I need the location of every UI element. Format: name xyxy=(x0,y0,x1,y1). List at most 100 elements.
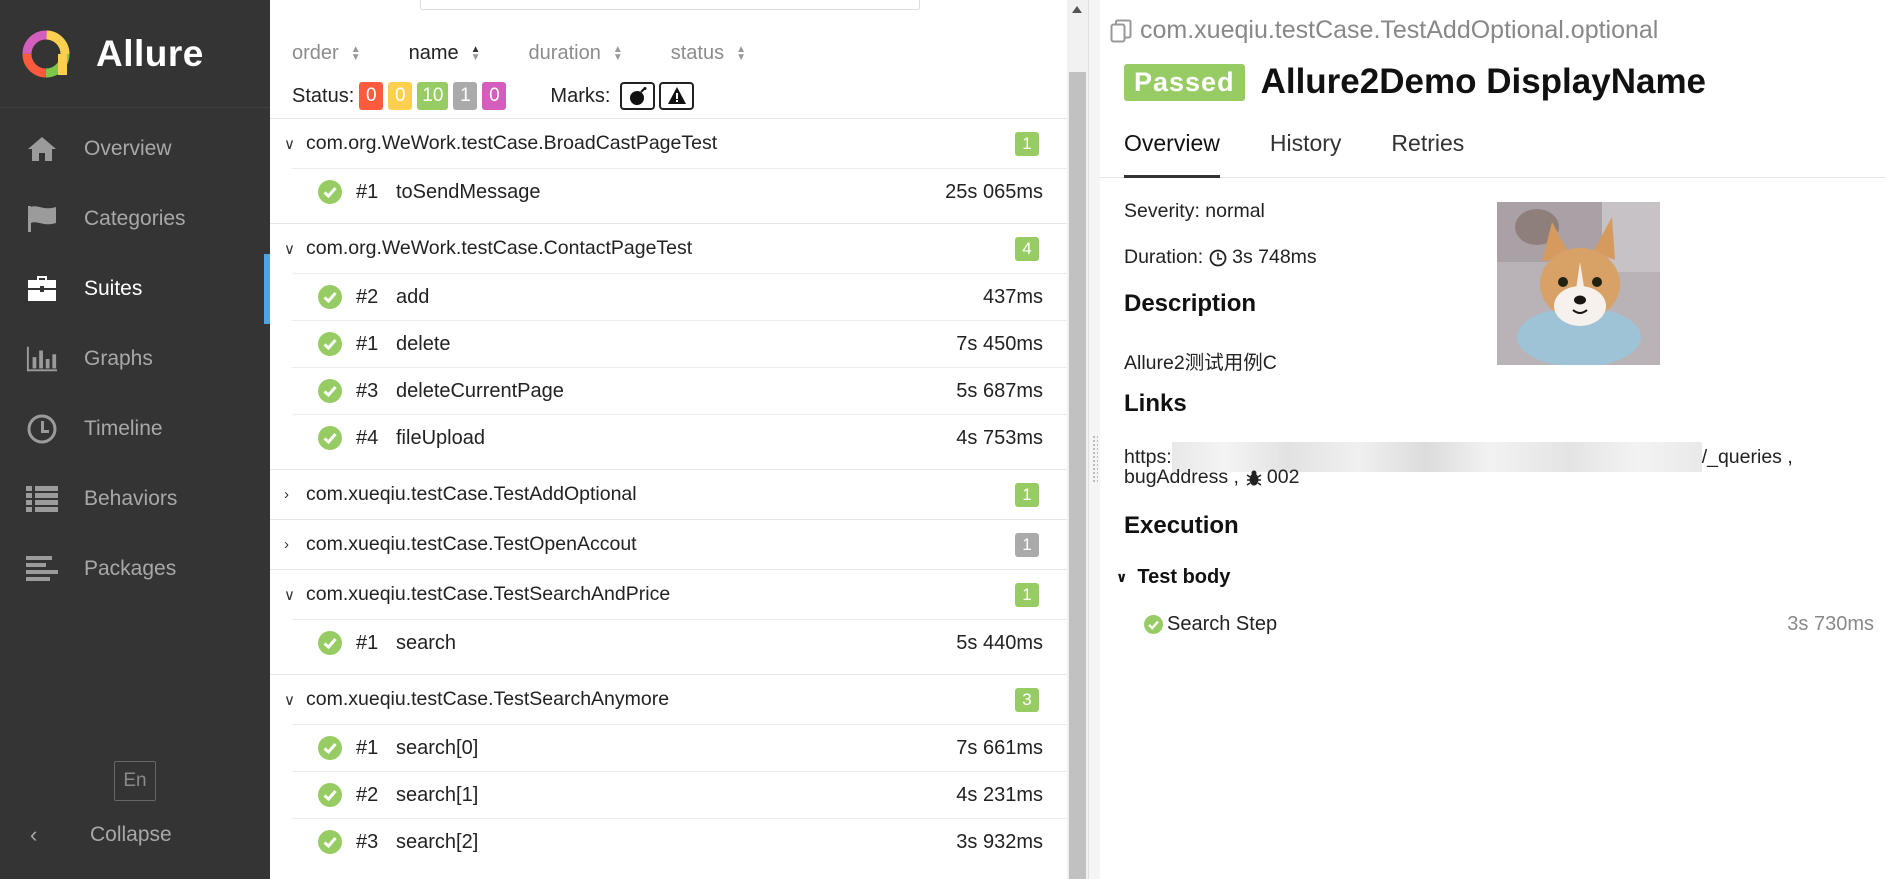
sidebar-item-suites[interactable]: Suites xyxy=(0,254,270,324)
passed-check-icon xyxy=(318,830,342,854)
tab-overview[interactable]: Overview xyxy=(1124,122,1220,178)
case-number: #1 xyxy=(356,180,379,203)
passed-check-icon xyxy=(318,332,342,356)
sort-arrows-icon: ▲ ▼ xyxy=(470,43,481,63)
test-case-row[interactable]: #1 search 5s 440ms xyxy=(292,619,1067,666)
case-duration: 4s 753ms xyxy=(956,426,1043,449)
status-badge: Passed xyxy=(1124,63,1245,101)
sidebar-item-overview[interactable]: Overview xyxy=(0,114,270,184)
test-case-row[interactable]: #3 deleteCurrentPage 5s 687ms xyxy=(292,367,1067,414)
splitter-grip-icon[interactable] xyxy=(1092,435,1098,483)
scrollbar-thumb[interactable] xyxy=(1069,72,1086,879)
suite-group-row[interactable]: ∨ com.org.WeWork.testCase.ContactPageTest… xyxy=(270,223,1067,273)
collapse-button[interactable]: ‹ Collapse xyxy=(30,822,172,848)
pane-splitter[interactable] xyxy=(1088,0,1100,879)
sidebar-item-graphs[interactable]: Graphs xyxy=(0,324,270,394)
allure-logo-icon xyxy=(22,30,70,77)
sidebar-nav: Overview Categories Suites Graphs Timeli… xyxy=(0,114,270,604)
sidebar-item-packages[interactable]: Packages xyxy=(0,534,270,604)
language-button[interactable]: En xyxy=(114,761,156,801)
test-case-row[interactable]: #1 delete 7s 450ms xyxy=(292,320,1067,367)
suite-group-row[interactable]: › com.xueqiu.testCase.TestAddOptional 1 xyxy=(270,469,1067,519)
copy-icon[interactable] xyxy=(1110,19,1132,43)
case-name: search[2] xyxy=(396,830,479,853)
sidebar-item-categories[interactable]: Categories xyxy=(0,184,270,254)
test-title-row: Passed Allure2Demo DisplayName xyxy=(1124,62,1706,102)
case-duration: 7s 661ms xyxy=(956,736,1043,759)
breadcrumb[interactable]: com.xueqiu.testCase.TestAddOptional.opti… xyxy=(1110,16,1658,45)
test-case-row[interactable]: #1 search[0] 7s 661ms xyxy=(292,724,1067,771)
sidebar-item-timeline[interactable]: Timeline xyxy=(0,394,270,464)
filter-skipped-toggle[interactable]: 1 xyxy=(453,82,478,110)
sort-by-duration[interactable]: duration ▲ ▼ xyxy=(529,42,623,65)
search-input[interactable] xyxy=(420,0,920,10)
passed-check-icon xyxy=(1144,615,1163,634)
passed-check-icon xyxy=(318,426,342,450)
warning-mark-toggle[interactable] xyxy=(659,82,695,110)
bug-link[interactable]: bugAddress , 002 xyxy=(1124,466,1299,489)
filter-broken-toggle[interactable]: 0 xyxy=(388,82,413,110)
filter-passed-toggle[interactable]: 10 xyxy=(417,82,449,110)
attachment-image-corgi[interactable] xyxy=(1497,202,1660,365)
description-text: Allure2测试用例C xyxy=(1124,352,1277,374)
suite-group-row[interactable]: ∨ com.xueqiu.testCase.TestSearchAndPrice 1 xyxy=(270,569,1067,619)
execution-step[interactable]: Search Step 3s 730ms xyxy=(1144,613,1874,636)
sidebar-item-behaviors[interactable]: Behaviors xyxy=(0,464,270,534)
sort-label: order xyxy=(292,42,339,64)
suite-name: com.org.WeWork.testCase.BroadCastPageTes… xyxy=(306,132,718,154)
detail-tabs: Overview History Retries xyxy=(1100,122,1885,178)
suite-name: com.xueqiu.testCase.TestSearchAnymore xyxy=(306,688,670,710)
test-case-row[interactable]: #4 fileUpload 4s 753ms xyxy=(292,414,1067,461)
brand[interactable]: Allure xyxy=(0,0,270,108)
tab-retries[interactable]: Retries xyxy=(1391,122,1464,178)
chevron-right-icon: › xyxy=(284,486,289,503)
case-number: #1 xyxy=(356,736,379,759)
sort-by-name[interactable]: name ▲ ▼ xyxy=(409,42,481,65)
case-name: search[0] xyxy=(396,736,479,759)
flaky-mark-toggle[interactable] xyxy=(620,82,656,110)
description-heading: Description xyxy=(1124,290,1257,317)
sidebar: Allure Overview Categories Suites Graphs xyxy=(0,0,270,879)
suites-tree-pane: order ▲ ▼ name ▲ ▼ duration ▲ ▼ status ▲ ▼ S… xyxy=(270,0,1067,879)
case-number: #3 xyxy=(356,830,379,853)
suite-group-row[interactable]: › com.xueqiu.testCase.TestOpenAccout 1 xyxy=(270,519,1067,569)
bug-label: bugAddress , xyxy=(1124,466,1239,488)
tree-scrollbar[interactable] xyxy=(1067,0,1088,879)
bug-id: 002 xyxy=(1266,466,1300,488)
test-body-toggle[interactable]: ∨ Test body xyxy=(1116,566,1230,589)
sort-label: status xyxy=(670,42,725,64)
case-duration: 7s 450ms xyxy=(956,332,1043,355)
test-case-row[interactable]: #2 search[1] 4s 231ms xyxy=(292,771,1067,818)
marks-label: Marks: xyxy=(550,84,611,107)
test-case-row[interactable]: #3 search[2] 3s 932ms xyxy=(292,818,1067,865)
case-number: #1 xyxy=(356,631,379,654)
test-case-row[interactable]: #1 toSendMessage 25s 065ms xyxy=(292,168,1067,215)
bomb-icon xyxy=(629,87,647,105)
test-case-row[interactable]: #2 add 437ms xyxy=(292,273,1067,320)
suite-name: com.xueqiu.testCase.TestOpenAccout xyxy=(306,533,637,555)
suite-group-row[interactable]: ∨ com.org.WeWork.testCase.BroadCastPageTe… xyxy=(270,118,1067,168)
suite-name: com.xueqiu.testCase.TestAddOptional xyxy=(306,483,637,505)
link-suffix: /_queries , xyxy=(1701,445,1793,468)
suite-count-badge: 1 xyxy=(1015,533,1039,557)
sort-by-order[interactable]: order ▲ ▼ xyxy=(292,42,361,65)
bar-chart-icon xyxy=(26,344,58,374)
case-number: #2 xyxy=(356,783,379,806)
scroll-up-arrow-icon[interactable] xyxy=(1072,6,1082,13)
suite-count-badge: 3 xyxy=(1015,688,1039,712)
case-name: search[1] xyxy=(396,783,479,806)
case-name: toSendMessage xyxy=(396,180,541,203)
case-duration: 25s 065ms xyxy=(945,180,1043,203)
chevron-left-icon: ‹ xyxy=(30,822,38,847)
filter-failed-toggle[interactable]: 0 xyxy=(359,82,384,110)
sidebar-item-label: Overview xyxy=(84,137,172,160)
suite-group-row[interactable]: ∨ com.xueqiu.testCase.TestSearchAnymore 3 xyxy=(270,674,1067,724)
sort-bar: order ▲ ▼ name ▲ ▼ duration ▲ ▼ status ▲ ▼ xyxy=(292,42,794,65)
suite-count-badge: 1 xyxy=(1015,583,1039,607)
filter-unknown-toggle[interactable]: 0 xyxy=(482,82,507,110)
sort-by-status[interactable]: status ▲ ▼ xyxy=(671,42,746,65)
case-name: search xyxy=(396,631,457,654)
tab-history[interactable]: History xyxy=(1270,122,1342,178)
